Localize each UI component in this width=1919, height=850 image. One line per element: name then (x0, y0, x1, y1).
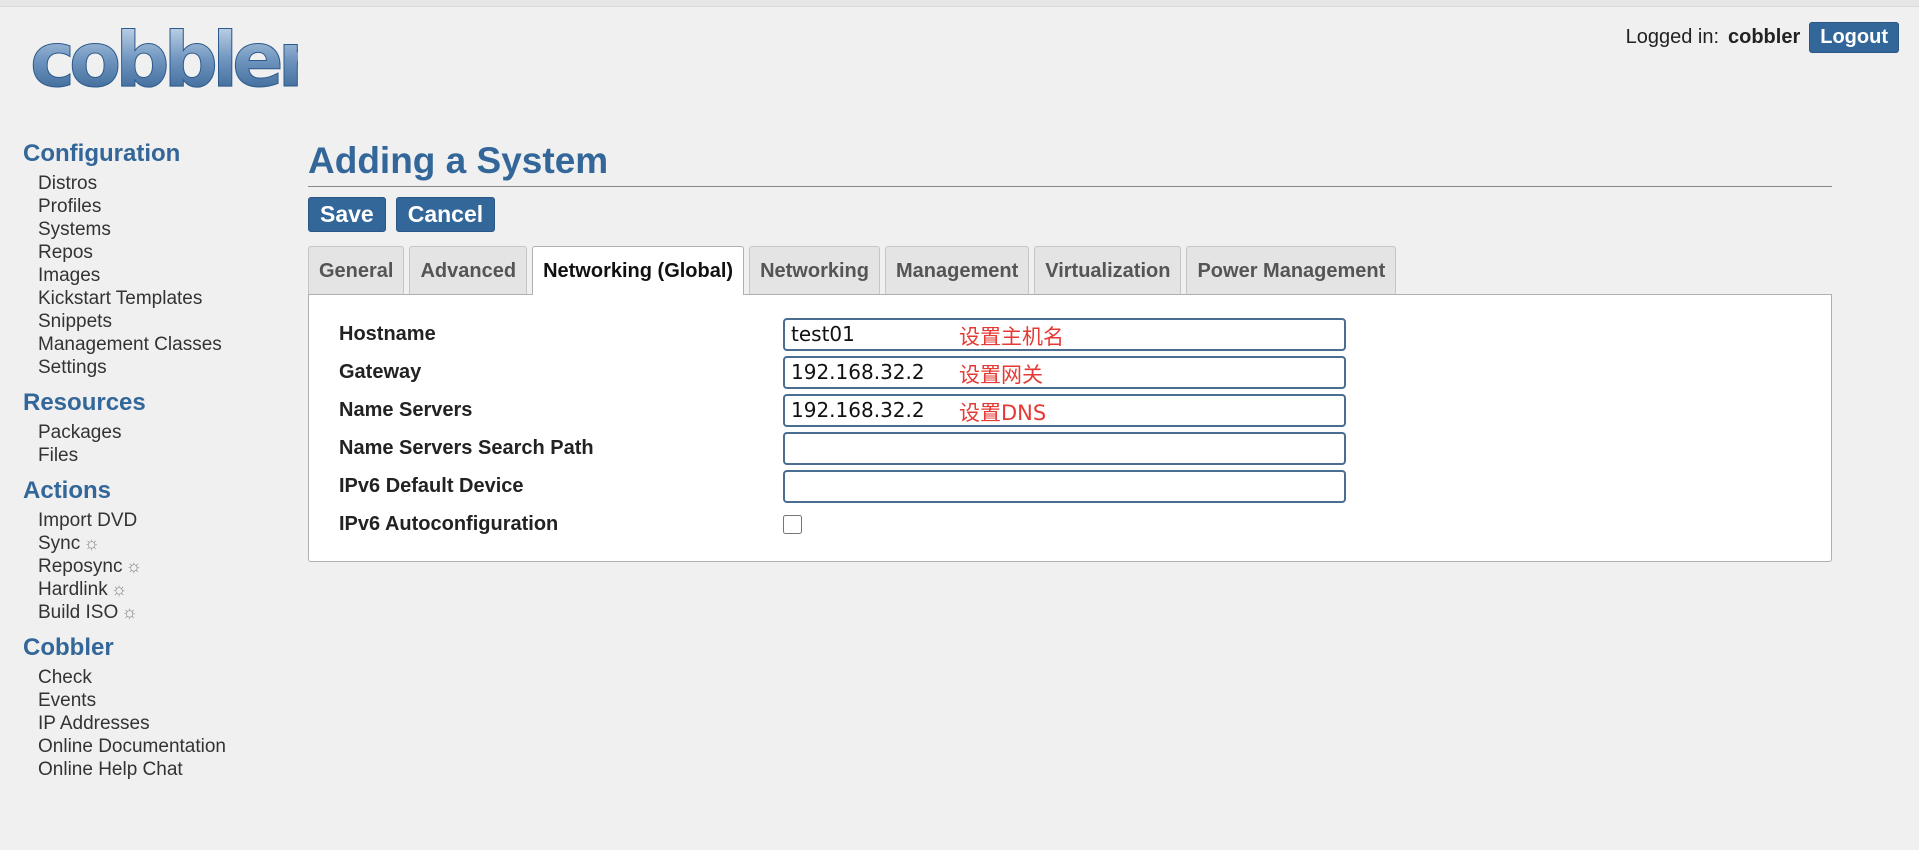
login-bar: Logged in: cobbler Logout (1626, 22, 1899, 53)
sidebar-item-images[interactable]: Images (38, 264, 263, 287)
sidebar-item-packages[interactable]: Packages (38, 421, 263, 444)
search-path-field-wrap (783, 431, 1346, 465)
name-servers-field-wrap: 设置DNS (783, 393, 1346, 427)
logo-text: cobbler (30, 22, 298, 104)
tab-management[interactable]: Management (884, 246, 1030, 294)
cobbler-logo: cobbler cobbler (30, 22, 299, 118)
ipv6-autoconf-checkbox[interactable] (783, 514, 802, 534)
form-row-hostname: Hostname 设置主机名 (309, 315, 1831, 353)
sidebar-item-reposync[interactable]: Reposync ☼ (38, 555, 263, 578)
logo-reflection: cobbler (30, 113, 298, 118)
actions-menu: Import DVD Sync ☼ Reposync ☼ Hardlink ☼ Bui… (23, 509, 263, 624)
sidebar-heading-resources: Resources (23, 389, 146, 416)
sun-icon: ☼ (125, 556, 143, 576)
hostname-input[interactable] (783, 317, 1346, 351)
sidebar-item-repos[interactable]: Repos (38, 241, 263, 264)
gateway-field-wrap: 设置网关 (783, 355, 1346, 389)
form-row-gateway: Gateway 设置网关 (309, 353, 1831, 391)
tab-general[interactable]: General (308, 246, 405, 294)
sidebar-item-build-iso[interactable]: Build ISO ☼ (38, 601, 263, 624)
page-title: Adding a System (308, 140, 1832, 187)
gateway-label: Gateway (339, 360, 422, 383)
sidebar-item-management-classes[interactable]: Management Classes (38, 333, 263, 356)
sidebar-item-distros[interactable]: Distros (38, 172, 263, 195)
ipv6-autoconf-label: IPv6 Autoconfiguration (339, 512, 559, 535)
form-row-search-path: Name Servers Search Path (309, 429, 1831, 467)
sidebar-item-events[interactable]: Events (38, 689, 263, 712)
sidebar-item-check[interactable]: Check (38, 666, 263, 689)
tab-networking[interactable]: Networking (749, 246, 880, 294)
sidebar-item-files[interactable]: Files (38, 444, 263, 467)
resources-menu: Packages Files (23, 421, 263, 467)
tab-advanced[interactable]: Advanced (409, 246, 528, 294)
name-servers-input[interactable] (783, 393, 1346, 427)
logged-in-label: Logged in: (1625, 26, 1719, 48)
username: cobbler (1728, 26, 1801, 48)
tab-networking-global[interactable]: Networking (Global) (532, 246, 745, 295)
sidebar-item-import-dvd[interactable]: Import DVD (38, 509, 263, 532)
sidebar-item-sync[interactable]: Sync ☼ (38, 532, 263, 555)
main-content: Adding a System Save Cancel General Adva… (308, 140, 1832, 562)
form-row-ipv6-autoconf: IPv6 Autoconfiguration (309, 505, 1831, 543)
ipv6-device-field-wrap (783, 469, 1346, 503)
sun-icon: ☼ (121, 602, 138, 622)
sidebar-heading-cobbler: Cobbler (23, 634, 114, 661)
sidebar-item-settings[interactable]: Settings (38, 356, 263, 379)
sidebar-item-online-help-chat[interactable]: Online Help Chat (38, 758, 263, 781)
sidebar-item-label: Import DVD (38, 510, 138, 531)
sidebar-item-profiles[interactable]: Profiles (38, 195, 263, 218)
top-border (0, 0, 1919, 7)
hostname-label: Hostname (339, 322, 436, 345)
form-actions: Save Cancel (308, 197, 1832, 232)
hostname-field-wrap: 设置主机名 (783, 317, 1346, 351)
sidebar-item-label: Hardlink (38, 579, 108, 600)
sidebar: Configuration Distros Profiles Systems R… (23, 140, 263, 791)
sidebar-heading-configuration: Configuration (23, 140, 181, 167)
sidebar-item-ip-addresses[interactable]: IP Addresses (38, 712, 263, 735)
form-row-ipv6-device: IPv6 Default Device (309, 467, 1831, 505)
networking-global-panel: Hostname 设置主机名 Gateway 设置网关 Name Servers… (308, 294, 1832, 562)
ipv6-device-label: IPv6 Default Device (339, 474, 524, 497)
sun-icon: ☼ (110, 579, 128, 599)
sun-icon: ☼ (83, 533, 100, 553)
cancel-button[interactable]: Cancel (395, 197, 496, 232)
tab-bar: General Advanced Networking (Global) Net… (308, 246, 1832, 295)
sidebar-item-snippets[interactable]: Snippets (38, 310, 263, 333)
sidebar-item-label: Reposync (38, 556, 123, 577)
ipv6-device-input[interactable] (783, 469, 1346, 503)
form-row-name-servers: Name Servers 设置DNS (309, 391, 1831, 429)
search-path-input[interactable] (783, 431, 1346, 465)
sidebar-item-systems[interactable]: Systems (38, 218, 263, 241)
sidebar-item-online-documentation[interactable]: Online Documentation (38, 735, 263, 758)
tab-power-management[interactable]: Power Management (1186, 246, 1397, 294)
sidebar-item-hardlink[interactable]: Hardlink ☼ (38, 578, 263, 601)
sidebar-item-label: Build ISO (38, 602, 119, 623)
cobbler-menu: Check Events IP Addresses Online Documen… (23, 666, 263, 781)
sidebar-item-label: Sync (38, 533, 81, 554)
configuration-menu: Distros Profiles Systems Repos Images Ki… (23, 172, 263, 379)
name-servers-label: Name Servers (339, 398, 473, 421)
sidebar-heading-actions: Actions (23, 477, 112, 504)
tab-virtualization[interactable]: Virtualization (1034, 246, 1182, 294)
logout-button[interactable]: Logout (1809, 22, 1899, 53)
gateway-input[interactable] (783, 355, 1346, 389)
search-path-label: Name Servers Search Path (339, 436, 594, 459)
sidebar-item-kickstart-templates[interactable]: Kickstart Templates (38, 287, 263, 310)
save-button[interactable]: Save (308, 197, 386, 232)
